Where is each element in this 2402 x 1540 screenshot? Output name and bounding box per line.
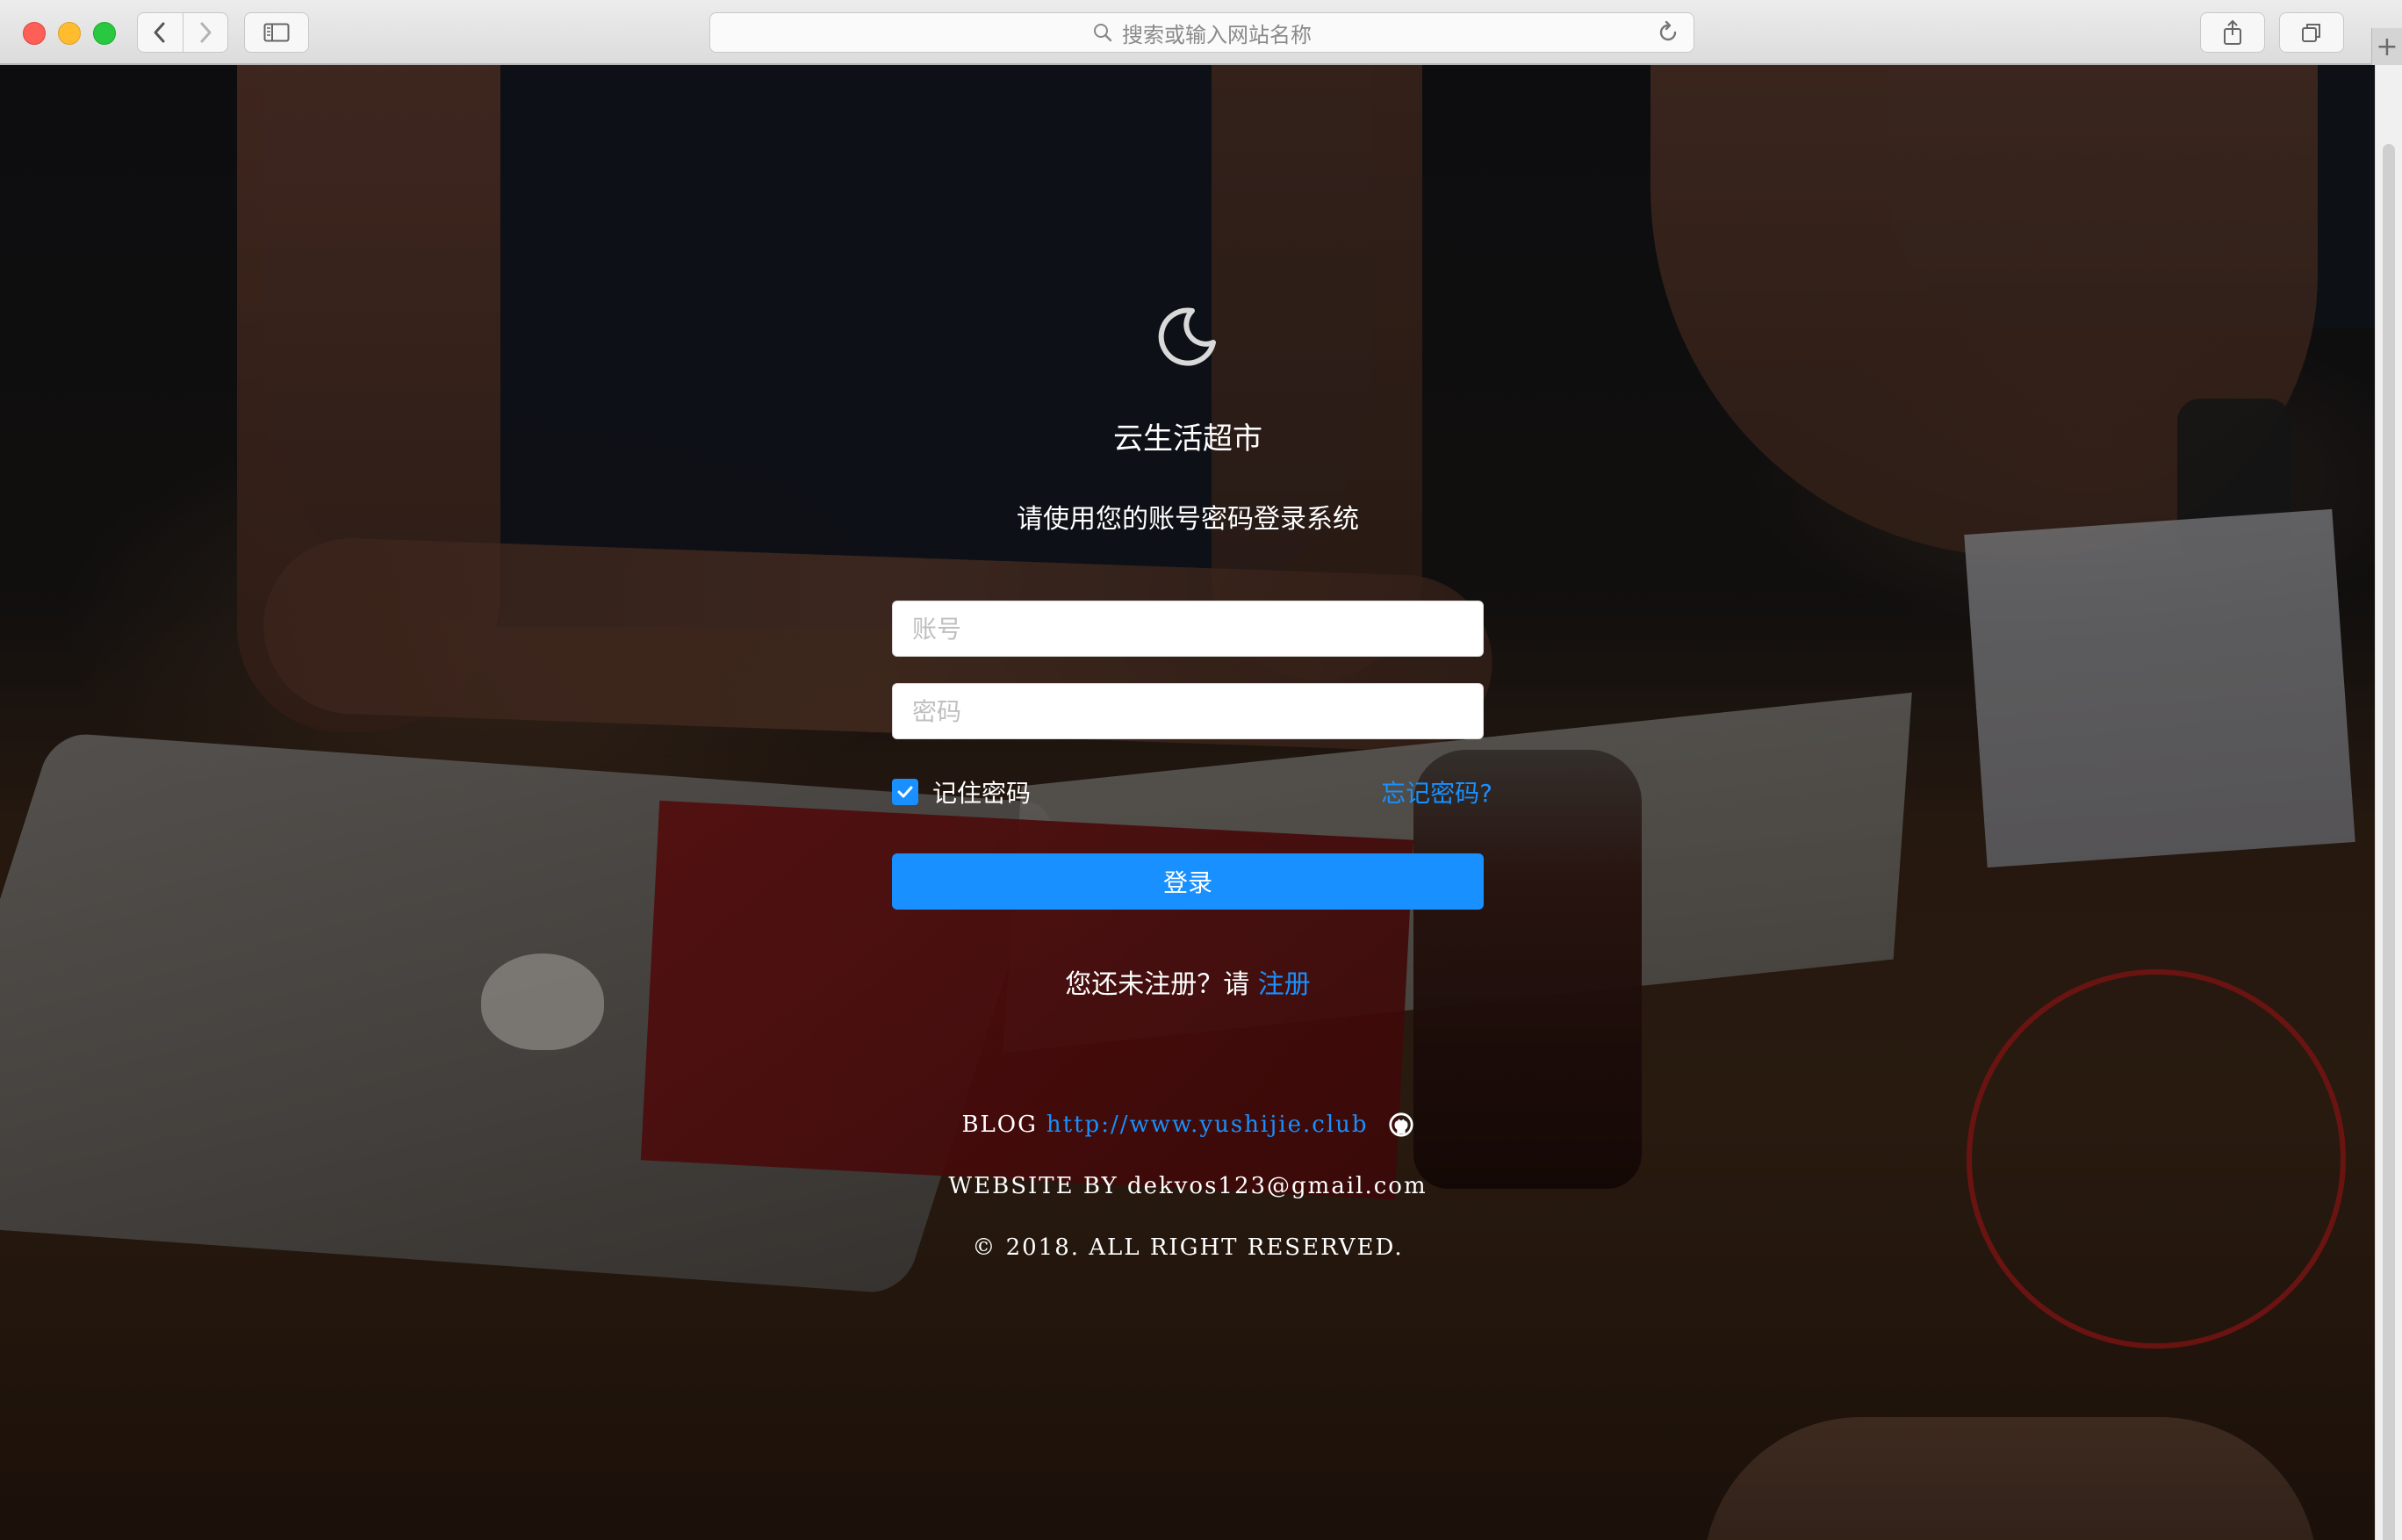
checkbox-checked-icon[interactable] <box>892 779 918 805</box>
remember-password-checkbox[interactable]: 记住密码 <box>892 774 1031 810</box>
footer-blog: BLOG http://www.yushijie.club <box>790 1112 1586 1138</box>
register-link[interactable]: 注册 <box>1258 969 1311 1000</box>
github-icon[interactable] <box>1388 1112 1414 1138</box>
window-minimize-button[interactable] <box>58 22 81 45</box>
footer-blog-label: BLOG <box>961 1112 1038 1138</box>
plus-icon: + <box>2376 31 2398 62</box>
password-input[interactable] <box>892 683 1484 739</box>
account-input[interactable] <box>892 601 1484 657</box>
reload-icon <box>1659 20 1677 41</box>
login-button[interactable]: 登录 <box>892 853 1484 910</box>
register-prompt: 您还未注册？请 注册 <box>878 962 1498 1001</box>
forward-button[interactable] <box>182 13 228 52</box>
logo-icon <box>1157 307 1217 367</box>
register-prompt-text: 您还未注册？请 <box>1065 969 1250 1000</box>
reload-button[interactable] <box>1657 20 1679 51</box>
forgot-password-link[interactable]: 忘记密码? <box>1352 774 1492 810</box>
window-maximize-button[interactable] <box>93 22 116 45</box>
login-subtitle: 请使用您的账号密码登录系统 <box>1017 504 1359 535</box>
search-icon <box>1094 24 1112 42</box>
blog-link[interactable]: http://www.yushijie.club <box>1046 1112 1369 1138</box>
new-tab-button[interactable]: + <box>2371 28 2402 65</box>
scrollbar-thumb[interactable] <box>2383 144 2395 1540</box>
browser-toolbar: 搜索或输入网站名称 + <box>0 0 2402 65</box>
show-tabs-button[interactable] <box>2279 12 2344 53</box>
page-viewport <box>0 65 2376 1540</box>
remember-password-label: 记住密码 <box>932 779 1032 808</box>
site-title: 云生活超市 <box>1113 421 1262 457</box>
page-scrollbar[interactable] <box>2375 65 2402 1540</box>
window-close-button[interactable] <box>23 22 46 45</box>
address-placeholder: 搜索或输入网站名称 <box>1122 22 1312 47</box>
chevron-left-icon <box>154 22 165 43</box>
address-bar[interactable]: 搜索或输入网站名称 <box>709 12 1694 53</box>
footer-website-by: WEBSITE BY dekvos123@gmail.com <box>948 1173 1428 1199</box>
tabs-icon <box>2302 24 2320 42</box>
nav-button-group <box>137 12 228 53</box>
background-dim-overlay <box>0 65 2376 1540</box>
share-icon <box>2224 19 2241 45</box>
sidebar-icon <box>263 23 290 42</box>
footer-copyright: © 2018. ALL RIGHT RESERVED. <box>972 1234 1404 1261</box>
share-button[interactable] <box>2200 12 2265 53</box>
chevron-right-icon <box>200 22 212 43</box>
sidebar-toggle-button[interactable] <box>244 12 309 53</box>
back-button[interactable] <box>138 13 183 52</box>
